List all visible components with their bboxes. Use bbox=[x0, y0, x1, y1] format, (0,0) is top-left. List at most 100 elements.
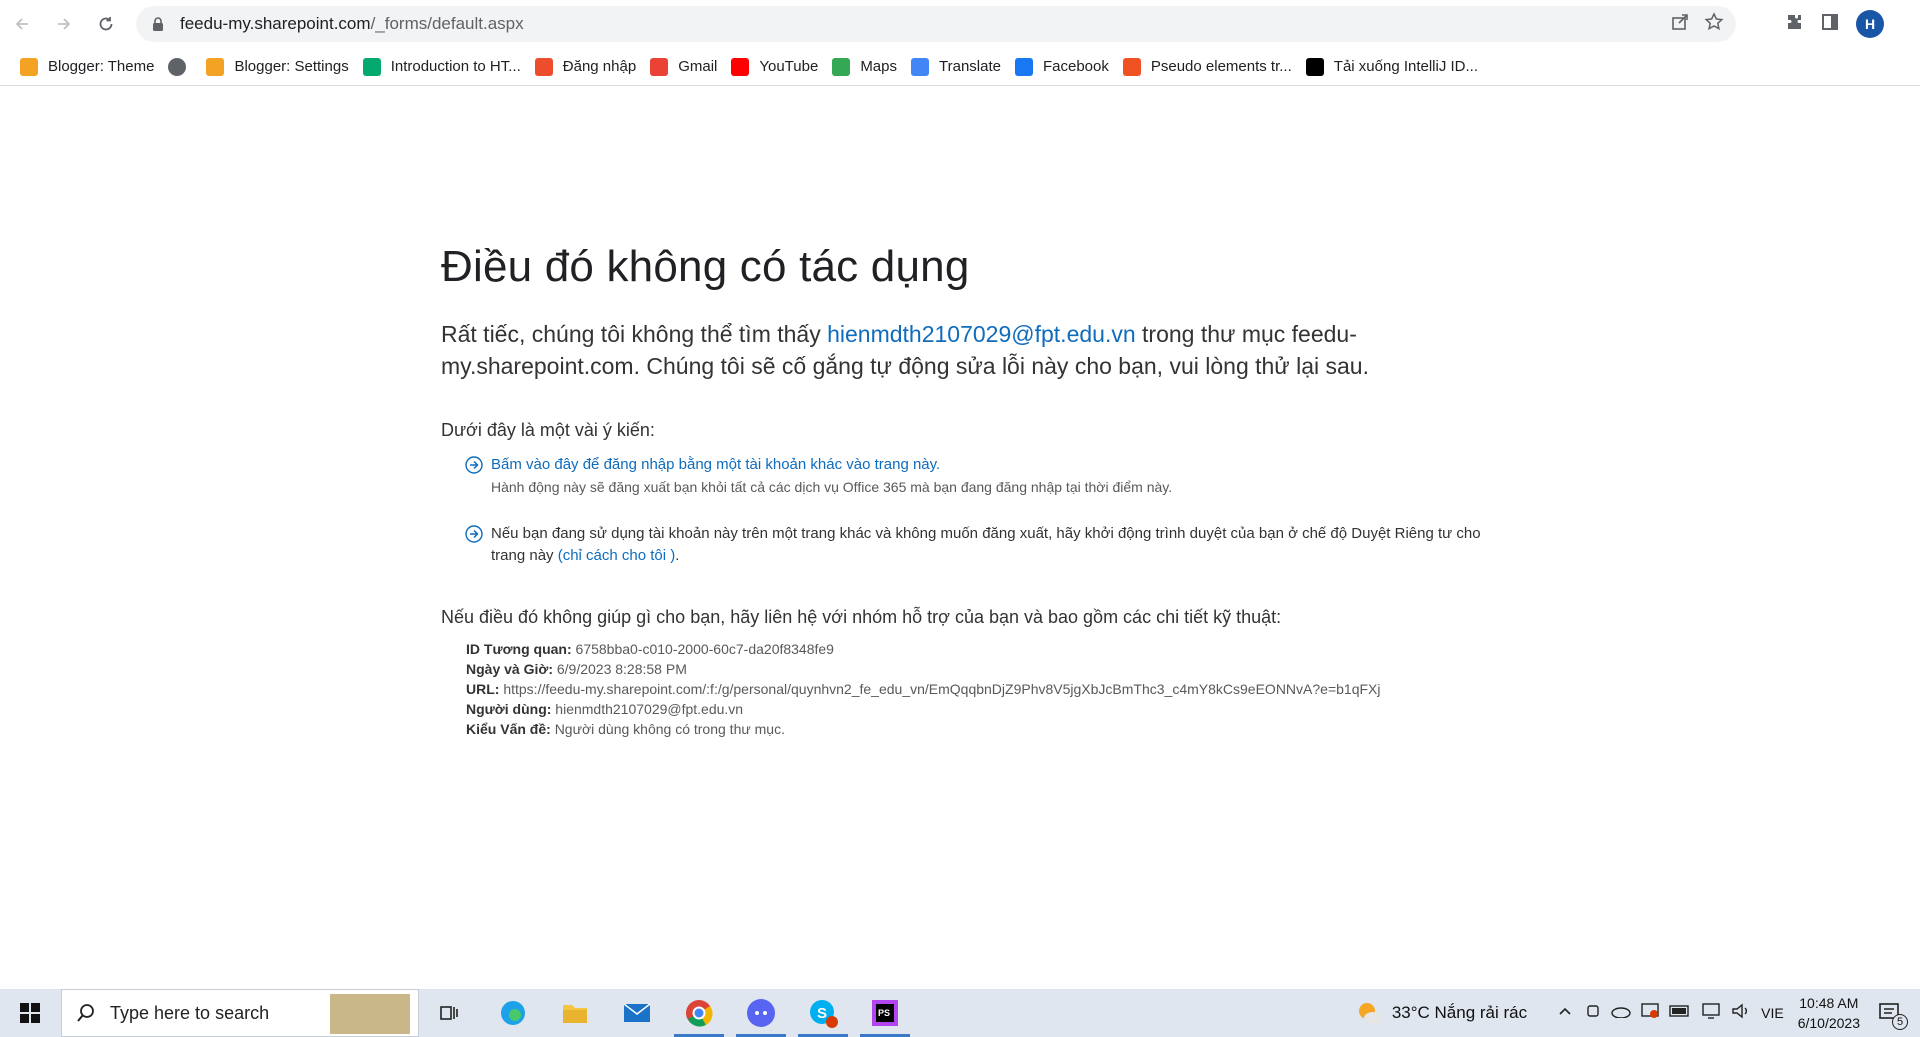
bookmark-item[interactable]: Blogger: Theme bbox=[16, 53, 164, 81]
network-icon[interactable] bbox=[1701, 1002, 1721, 1024]
error-message: Rất tiếc, chúng tôi không thể tìm thấy h… bbox=[441, 318, 1451, 382]
onedrive-icon[interactable] bbox=[1611, 1004, 1631, 1023]
bookmark-item[interactable]: Đăng nhập bbox=[531, 53, 646, 81]
reload-icon bbox=[99, 17, 113, 31]
search-icon bbox=[77, 1004, 94, 1022]
facebook-icon bbox=[1014, 57, 1033, 76]
circle-arrow-icon bbox=[465, 456, 483, 474]
bookmark-label: Tải xuống IntelliJ ID... bbox=[1333, 58, 1479, 75]
bookmark-label: Translate bbox=[939, 58, 1001, 75]
lock-icon[interactable] bbox=[152, 17, 166, 31]
sun-cloud-icon bbox=[1358, 1003, 1382, 1024]
detail-key: Kiểu Vấn đề: bbox=[466, 721, 551, 737]
bookmark-item[interactable]: Facebook bbox=[1011, 53, 1119, 81]
share-icon[interactable] bbox=[1670, 12, 1690, 37]
maps-icon bbox=[832, 57, 851, 76]
address-bar[interactable]: feedu-my.sharepoint.com/_forms/default.a… bbox=[136, 6, 1736, 42]
detail-key: ID Tương quan: bbox=[466, 641, 572, 657]
meet-icon[interactable] bbox=[1585, 1003, 1601, 1024]
volume-icon[interactable] bbox=[1731, 1003, 1751, 1024]
detail-key: URL: bbox=[466, 681, 500, 697]
bookmark-item[interactable]: Maps bbox=[828, 53, 907, 81]
bookmark-item[interactable]: Pseudo elements tr... bbox=[1119, 53, 1302, 81]
skype-icon[interactable]: S bbox=[794, 989, 852, 1037]
windows-taskbar: Type here to search S PS 33°C Nắng rải r… bbox=[0, 989, 1920, 1037]
bookmark-item[interactable]: Tải xuống IntelliJ ID... bbox=[1302, 53, 1488, 81]
mail-icon[interactable] bbox=[608, 989, 666, 1037]
detail-value: Người dùng không có trong thư mục. bbox=[554, 721, 785, 737]
detail-value: 6758bba0-c010-2000-60c7-da20f8348fe9 bbox=[575, 641, 834, 657]
notification-icon[interactable]: 5 bbox=[1878, 1002, 1908, 1030]
file-explorer-icon[interactable] bbox=[546, 989, 604, 1037]
detail-row: Người dùng: hienmdth2107029@fpt.edu.vn bbox=[466, 699, 1380, 719]
weather-widget[interactable]: 33°C Nắng rải rác bbox=[1356, 1000, 1527, 1026]
sign-out-note: Hành động này sẽ đăng xuất bạn khỏi tất … bbox=[491, 479, 1173, 495]
bookmark-item[interactable] bbox=[164, 53, 202, 81]
help-text: Nếu điều đó không giúp gì cho bạn, hãy l… bbox=[441, 607, 1282, 627]
chrome-icon[interactable] bbox=[670, 989, 728, 1037]
sign-in-different-account-link[interactable]: Bấm vào đây để đăng nhập bằng một tài kh… bbox=[491, 454, 1485, 476]
globe-icon bbox=[168, 57, 187, 76]
browser-toolbar: feedu-my.sharepoint.com/_forms/default.a… bbox=[0, 0, 1920, 48]
detail-key: Ngày và Giờ: bbox=[466, 661, 553, 677]
taskbar-search[interactable]: Type here to search bbox=[61, 989, 419, 1037]
bookmark-label: Đăng nhập bbox=[562, 58, 637, 75]
bookmark-item[interactable]: YouTube bbox=[727, 53, 828, 81]
weather-text: 33°C Nắng rải rác bbox=[1391, 1003, 1528, 1022]
bookmark-item[interactable]: Translate bbox=[907, 53, 1011, 81]
shopee-icon bbox=[534, 57, 553, 76]
bookmark-label: Blogger: Settings bbox=[234, 58, 349, 75]
detail-row: Kiểu Vấn đề: Người dùng không có trong t… bbox=[466, 719, 1380, 739]
bookmark-item[interactable]: Gmail bbox=[646, 53, 727, 81]
extensions-icon[interactable] bbox=[1784, 12, 1804, 37]
search-placeholder: Type here to search bbox=[110, 1002, 270, 1023]
chevron-up-icon[interactable] bbox=[1557, 1003, 1573, 1024]
side-panel-icon[interactable] bbox=[1820, 12, 1840, 37]
windows-logo-icon bbox=[20, 1003, 40, 1023]
bookmark-label: Gmail bbox=[678, 58, 718, 75]
blogger-icon bbox=[206, 57, 225, 76]
show-me-how-link[interactable]: (chỉ cách cho tôi ) bbox=[558, 547, 676, 564]
bookmark-item[interactable]: Introduction to HT... bbox=[359, 53, 531, 81]
detail-value: 6/9/2023 8:28:58 PM bbox=[556, 661, 687, 677]
detail-value: hienmdth2107029@fpt.edu.vn bbox=[555, 701, 744, 717]
bookmark-label: YouTube bbox=[759, 58, 819, 75]
profile-avatar[interactable]: H bbox=[1856, 10, 1884, 38]
security-icon[interactable] bbox=[1641, 1002, 1659, 1024]
detail-value: https://feedu-my.sharepoint.com/:f:/g/pe… bbox=[503, 681, 1381, 697]
intellij-icon bbox=[1305, 57, 1324, 76]
edge-icon[interactable] bbox=[484, 989, 542, 1037]
w3schools-icon bbox=[362, 57, 381, 76]
forward-button[interactable] bbox=[44, 4, 84, 44]
battery-icon[interactable] bbox=[1669, 1004, 1691, 1022]
bookmark-label: Pseudo elements tr... bbox=[1150, 58, 1292, 75]
f8-icon bbox=[1122, 57, 1141, 76]
suggestion-sign-in-other: Bấm vào đây để đăng nhập bằng một tài kh… bbox=[465, 454, 1485, 498]
detail-row: Ngày và Giờ: 6/9/2023 8:28:58 PM bbox=[466, 659, 1380, 679]
discord-icon[interactable] bbox=[732, 989, 790, 1037]
phpstorm-icon[interactable]: PS bbox=[856, 989, 914, 1037]
bookmark-item[interactable]: Blogger: Settings bbox=[202, 53, 358, 81]
detail-key: Người dùng: bbox=[466, 701, 552, 717]
technical-details: ID Tương quan: 6758bba0-c010-2000-60c7-d… bbox=[466, 639, 1380, 739]
error-message-text: Rất tiếc, chúng tôi không thể tìm thấy bbox=[441, 321, 828, 347]
page-title: Điều đó không có tác dụng bbox=[441, 242, 970, 291]
translate-icon bbox=[911, 57, 929, 76]
suggestions-heading: Dưới đây là một vài ý kiến: bbox=[441, 420, 655, 440]
user-email: hienmdth2107029@fpt.edu.vn bbox=[827, 321, 1136, 347]
circle-arrow-icon bbox=[465, 525, 483, 543]
reload-button[interactable] bbox=[86, 4, 126, 44]
youtube-icon bbox=[731, 57, 750, 76]
bookmark-label: Introduction to HT... bbox=[390, 58, 521, 75]
language-indicator[interactable]: VIE bbox=[1761, 1005, 1784, 1021]
blogger-icon bbox=[20, 57, 38, 76]
start-button[interactable] bbox=[0, 989, 60, 1037]
task-view-icon[interactable] bbox=[420, 989, 478, 1037]
back-button[interactable] bbox=[2, 4, 42, 44]
clock[interactable]: 10:48 AM 6/10/2023 bbox=[1798, 993, 1860, 1033]
notification-count: 5 bbox=[1892, 1014, 1908, 1030]
bookmark-label: Blogger: Theme bbox=[48, 58, 155, 75]
bookmark-star-icon[interactable] bbox=[1704, 11, 1724, 37]
clock-time: 10:48 AM bbox=[1799, 995, 1859, 1011]
gmail-icon bbox=[650, 57, 669, 76]
